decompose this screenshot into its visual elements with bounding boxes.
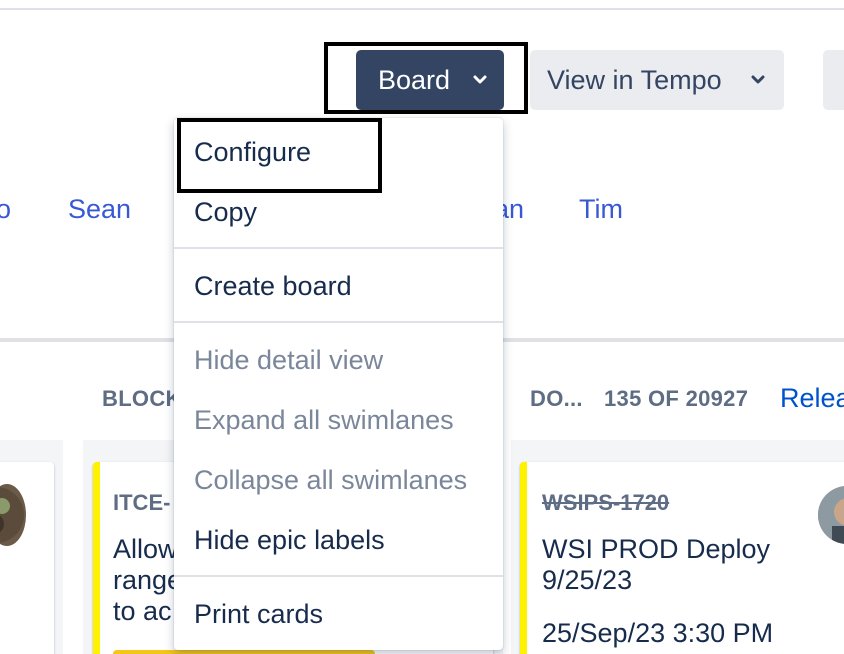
chevron-down-icon	[751, 75, 765, 84]
issue-summary-line: 9/25/23	[542, 565, 633, 595]
release-link[interactable]: Relea	[780, 383, 844, 414]
issue-due-date: 25/Sep/23 3:30 PM	[542, 618, 774, 648]
more-actions-button[interactable]	[823, 50, 844, 110]
board-column-done: WSIPS-1720 WSI PROD Deploy 9/25/23 25/Se…	[511, 440, 844, 654]
menu-item-create-board[interactable]: Create board	[174, 258, 503, 314]
menu-item-expand-all-swimlanes: Expand all swimlanes	[194, 404, 454, 435]
card-accent-bar	[520, 462, 527, 654]
menu-divider	[174, 247, 503, 249]
menu-item-hide-detail-view: Hide detail view	[194, 344, 384, 375]
menu-item-print-cards[interactable]: Print cards	[174, 586, 503, 642]
menu-item-hide-epic-labels[interactable]: Hide epic labels	[174, 512, 503, 568]
issue-summary-line: range	[113, 565, 183, 595]
board-column-left	[0, 440, 63, 654]
avatar-icon	[0, 484, 26, 546]
avatar-icon	[818, 486, 844, 544]
quick-filter-sean[interactable]: Sean	[68, 194, 131, 225]
board-dropdown-menu: Configure Copy Create board Hide detail …	[174, 118, 503, 650]
issue-card[interactable]	[0, 462, 54, 654]
board-button-highlight-box	[324, 42, 528, 114]
menu-divider	[174, 321, 503, 323]
issue-key[interactable]: WSIPS-1720	[542, 490, 669, 516]
menu-item-collapse-all-swimlanes: Collapse all swimlanes	[194, 464, 468, 495]
configure-highlight-box	[177, 118, 382, 193]
issue-summary-line: Allow	[113, 534, 178, 564]
issue-summary-line: to ac	[113, 596, 172, 626]
column-header-blocked: BLOCK	[102, 386, 182, 411]
epic-label	[113, 650, 375, 654]
card-accent-bar	[93, 462, 100, 654]
top-divider	[0, 8, 844, 10]
issue-key[interactable]: ITCE-	[113, 490, 170, 516]
quick-filter-o[interactable]: o	[0, 194, 11, 225]
column-issue-count: 135 OF 20927	[604, 386, 749, 411]
tempo-button-label: View in Tempo	[547, 64, 722, 95]
issue-summary-line: WSI PROD Deploy	[542, 534, 771, 564]
menu-divider	[174, 575, 503, 577]
quick-filter-tim[interactable]: Tim	[579, 194, 623, 225]
issue-card[interactable]: WSIPS-1720 WSI PROD Deploy 9/25/23 25/Se…	[520, 462, 844, 654]
view-in-tempo-button[interactable]: View in Tempo	[530, 50, 784, 110]
column-header-done: DO...	[530, 386, 583, 411]
